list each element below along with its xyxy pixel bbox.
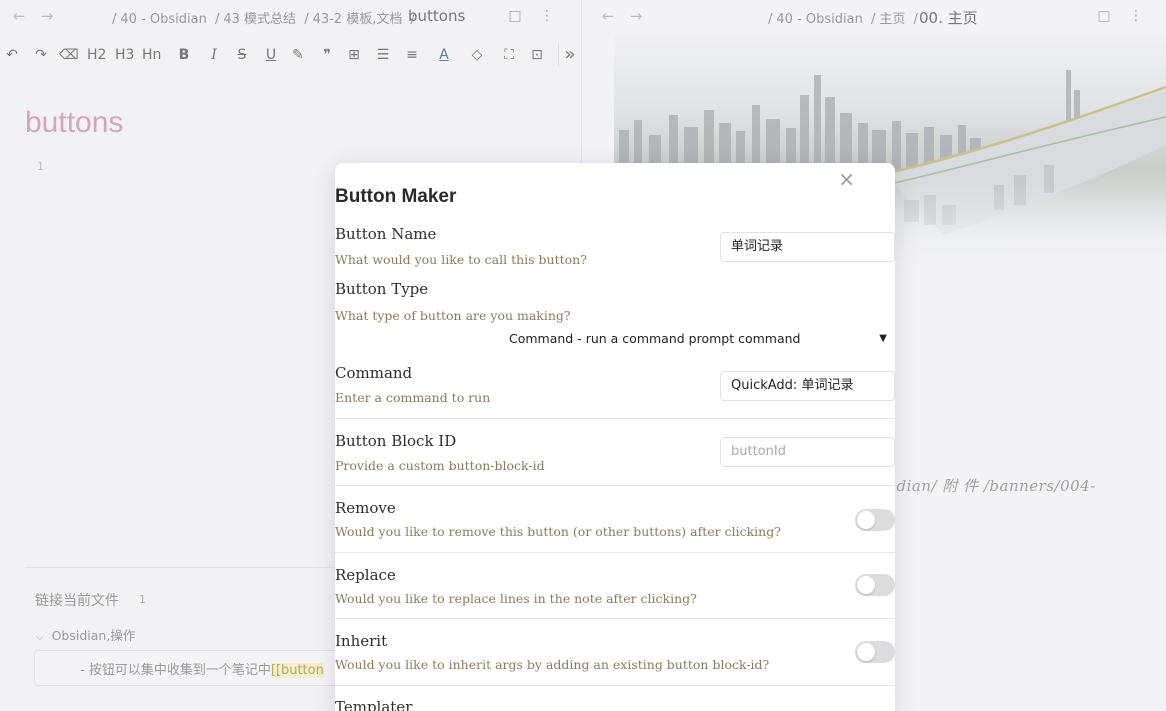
- setting-remove: Remove Would you like to remove this but…: [335, 485, 895, 552]
- reading-view-icon[interactable]: □: [1094, 6, 1114, 26]
- setting-description: Would you like to remove this button (or…: [335, 524, 781, 539]
- replace-toggle[interactable]: [855, 574, 895, 596]
- highlight-icon[interactable]: ✎: [289, 44, 307, 66]
- backlink-snippet[interactable]: - 按钮可以集中收集到一个笔记中[[button: [34, 650, 354, 686]
- setting-inherit: Inherit Would you like to inherit args b…: [335, 618, 895, 685]
- breadcrumb-item[interactable]: 主页: [879, 12, 905, 27]
- snippet-text: - 按钮可以集中收集到一个笔记中: [80, 663, 271, 678]
- redo-icon[interactable]: ↷: [32, 44, 50, 66]
- more-options-icon[interactable]: ⋮: [537, 6, 557, 26]
- font-color-icon[interactable]: A: [435, 44, 453, 66]
- backlink-file[interactable]: ⌵ Obsidian,操作: [36, 625, 135, 644]
- button-name-input[interactable]: 单词记录: [720, 232, 895, 262]
- strikethrough-icon[interactable]: S: [233, 44, 251, 66]
- bold-icon[interactable]: B: [175, 44, 193, 66]
- heading-3-icon[interactable]: H3: [115, 44, 134, 66]
- breadcrumb-item[interactable]: 40 - Obsidian: [120, 12, 206, 27]
- setting-label: Button Block ID: [335, 432, 457, 450]
- block-id-input[interactable]: buttonId: [720, 437, 895, 467]
- pane-title[interactable]: buttons: [408, 7, 465, 25]
- backlinks-count: 1: [139, 593, 146, 606]
- backlinks-title: 链接当前文件: [35, 593, 119, 609]
- setting-label: Replace: [335, 566, 396, 584]
- button-maker-modal: × Button Maker Button Name What would yo…: [335, 163, 895, 711]
- command-input[interactable]: QuickAdd: 单词记录: [720, 371, 895, 401]
- breadcrumb-item[interactable]: 40 - Obsidian: [776, 12, 862, 27]
- setting-label: Inherit: [335, 632, 388, 650]
- eraser-icon[interactable]: ⌫: [59, 44, 79, 66]
- breadcrumb: /40 - Obsidian / 主页 /: [768, 12, 918, 27]
- setting-description: Would you like to replace lines in the n…: [335, 591, 697, 606]
- line-number: 1: [37, 160, 44, 173]
- setting-label: Button Type: [335, 280, 429, 298]
- fill-color-icon[interactable]: ◇: [468, 44, 486, 66]
- toolbar-divider: [558, 44, 559, 66]
- setting-label: Command: [335, 364, 413, 382]
- breadcrumb-item[interactable]: 43 模式总结: [223, 12, 296, 27]
- quote-icon[interactable]: ❞: [318, 44, 336, 66]
- editing-toolbar: ↶ ↷ ⌫ H2 H3 Hn B I S U ✎ ❞ ⊞ ☰ ≡ A ◇ ⛶ ⊡…: [0, 40, 582, 70]
- setting-label: Remove: [335, 499, 396, 517]
- more-options-icon[interactable]: ⋮: [1126, 6, 1146, 26]
- setting-button-name: Button Name What would you like to call …: [335, 225, 895, 273]
- align-icon[interactable]: ≡: [403, 44, 421, 66]
- snippet-link-highlight[interactable]: [[button: [270, 663, 324, 678]
- setting-templater: Templater: [335, 685, 895, 711]
- underline-icon[interactable]: U: [262, 44, 280, 66]
- banner-path-text: sidian/ 附 件 /banners/004-: [883, 477, 1096, 495]
- setting-command: Command Enter a command to run QuickAdd:…: [335, 364, 895, 419]
- setting-label: Templater: [335, 698, 413, 711]
- setting-description: Enter a command to run: [335, 390, 491, 405]
- heading-n-icon[interactable]: Hn: [142, 44, 161, 66]
- pane-title[interactable]: 00. 主页: [919, 7, 978, 28]
- setting-replace: Replace Would you like to replace lines …: [335, 552, 895, 618]
- backlink-file-name: Obsidian,操作: [51, 628, 136, 643]
- button-type-select[interactable]: Command - run a command prompt command ▼: [499, 325, 895, 353]
- fullscreen-icon[interactable]: ⛶: [500, 44, 518, 66]
- more-tools-icon[interactable]: »: [561, 44, 579, 66]
- undo-icon[interactable]: ↶: [3, 44, 21, 66]
- setting-description: Would you like to inherit args by adding…: [335, 657, 770, 672]
- list-icon[interactable]: ☰: [374, 44, 392, 66]
- reading-view-icon[interactable]: □: [505, 6, 525, 26]
- table-icon[interactable]: ⊡: [528, 44, 546, 66]
- back-arrow-icon[interactable]: ←: [9, 6, 29, 26]
- modal-title: Button Maker: [335, 186, 457, 207]
- forward-arrow-icon[interactable]: →: [37, 6, 57, 26]
- forward-arrow-icon[interactable]: →: [626, 6, 646, 26]
- setting-label: Button Name: [335, 225, 437, 243]
- setting-button-type: Button Type What type of button are you …: [335, 280, 895, 350]
- caret-down-icon: ▼: [879, 333, 887, 344]
- inherit-toggle[interactable]: [855, 641, 895, 663]
- chevron-down-icon[interactable]: ⌵: [36, 632, 44, 643]
- close-icon[interactable]: ×: [838, 167, 855, 191]
- select-value: Command - run a command prompt command: [509, 331, 801, 346]
- setting-block-id: Button Block ID Provide a custom button-…: [335, 418, 895, 485]
- back-arrow-icon[interactable]: ←: [598, 6, 618, 26]
- remove-toggle[interactable]: [855, 509, 895, 531]
- breadcrumb-item[interactable]: 43-2 模板,文档: [313, 12, 403, 27]
- italic-icon[interactable]: I: [205, 44, 223, 66]
- note-title[interactable]: buttons: [25, 106, 123, 140]
- setting-description: Provide a custom button-block-id: [335, 458, 545, 473]
- heading-2-icon[interactable]: H2: [87, 44, 106, 66]
- format-icon[interactable]: ⊞: [345, 44, 363, 66]
- setting-description: What would you like to call this button?: [335, 252, 587, 267]
- breadcrumb: /40 - Obsidian /43 模式总结 /43-2 模板,文档 /: [112, 12, 415, 27]
- setting-description: What type of button are you making?: [335, 308, 571, 323]
